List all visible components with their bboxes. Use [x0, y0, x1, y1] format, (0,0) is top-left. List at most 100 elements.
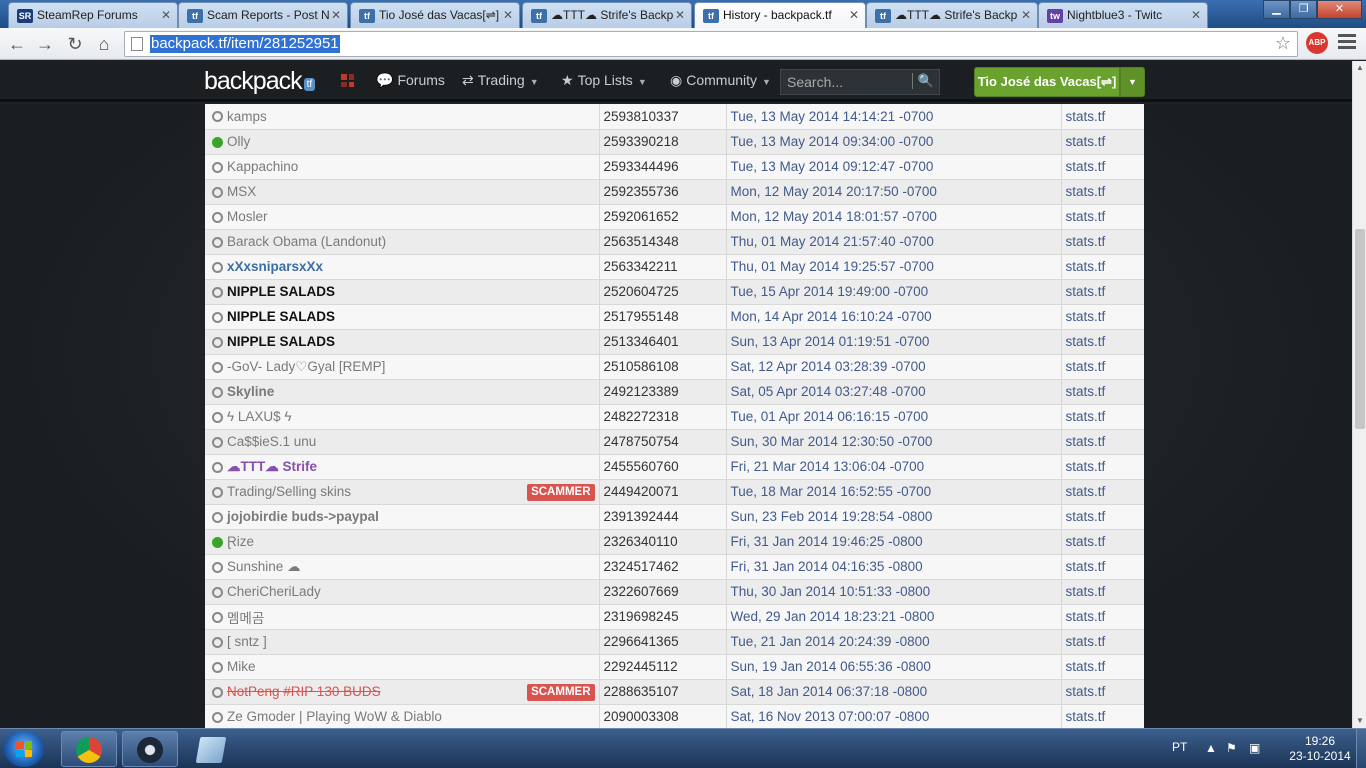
date-link[interactable]: Tue, 01 Apr 2014 06:16:15 -0700 — [726, 404, 1062, 430]
browser-tab[interactable]: tf History - backpack.tf ✕ — [694, 2, 866, 28]
date-link[interactable]: Tue, 13 May 2014 14:14:21 -0700 — [726, 104, 1062, 130]
tab-close-icon[interactable]: ✕ — [161, 8, 171, 22]
date-link[interactable]: Tue, 15 Apr 2014 19:49:00 -0700 — [726, 279, 1062, 305]
close-window-button[interactable]: ✕ — [1317, 0, 1362, 19]
nav-trading[interactable]: ⇄ Trading ▼ — [462, 72, 539, 89]
nav-forums[interactable]: 💬 Forums — [376, 72, 445, 89]
browser-tab[interactable]: tf ☁TTT☁ Strife's Backp ✕ — [522, 2, 692, 28]
stats-link[interactable]: stats.tf — [1061, 604, 1144, 630]
owner-name-link[interactable]: jojobirdie buds->paypal — [227, 509, 379, 524]
search-icon[interactable]: 🔍 — [911, 73, 934, 89]
date-link[interactable]: Thu, 30 Jan 2014 10:51:33 -0800 — [726, 579, 1062, 605]
address-bar[interactable]: backpack.tf/item/281252951 ☆ — [124, 31, 1298, 57]
stats-link[interactable]: stats.tf — [1061, 279, 1144, 305]
owner-name-link[interactable]: Ɽize — [227, 534, 254, 549]
owner-name-link[interactable]: xXxsniparsxXx — [227, 259, 323, 274]
taskbar-steam[interactable] — [122, 731, 178, 767]
stats-link[interactable]: stats.tf — [1061, 354, 1144, 380]
owner-name-link[interactable]: Skyline — [227, 384, 274, 399]
language-indicator[interactable]: PT — [1172, 740, 1187, 754]
stats-link[interactable]: stats.tf — [1061, 654, 1144, 680]
date-link[interactable]: Fri, 31 Jan 2014 19:46:25 -0800 — [726, 529, 1062, 555]
date-link[interactable]: Sun, 23 Feb 2014 19:28:54 -0800 — [726, 504, 1062, 530]
taskbar-window[interactable] — [183, 731, 239, 767]
scroll-down-icon[interactable]: ▼ — [1353, 714, 1366, 728]
owner-name-link[interactable]: ϟ LAXU$ ϟ — [227, 409, 292, 424]
owner-name-link[interactable]: Trading/Selling skins — [227, 484, 351, 499]
stats-link[interactable]: stats.tf — [1061, 379, 1144, 405]
stats-link[interactable]: stats.tf — [1061, 629, 1144, 655]
browser-tab[interactable]: tw Nightblue3 - Twitc ✕ — [1038, 2, 1208, 28]
stats-link[interactable]: stats.tf — [1061, 254, 1144, 280]
browser-tab[interactable]: SR SteamRep Forums ✕ — [8, 2, 178, 28]
owner-name-link[interactable]: ☁TTT☁ Strife — [227, 459, 317, 474]
stats-link[interactable]: stats.tf — [1061, 304, 1144, 330]
tab-close-icon[interactable]: ✕ — [1021, 8, 1031, 22]
stats-link[interactable]: stats.tf — [1061, 679, 1144, 705]
stats-link[interactable]: stats.tf — [1061, 504, 1144, 530]
date-link[interactable]: Fri, 31 Jan 2014 04:16:35 -0800 — [726, 554, 1062, 580]
owner-name-link[interactable]: NIPPLE SALADS — [227, 334, 335, 349]
owner-name-link[interactable]: Mike — [227, 659, 256, 674]
stats-link[interactable]: stats.tf — [1061, 104, 1144, 130]
owner-name-link[interactable]: NIPPLE SALADS — [227, 309, 335, 324]
browser-tab[interactable]: tf Scam Reports - Post N ✕ — [178, 2, 348, 28]
browser-tab[interactable]: tf ☁TTT☁ Strife's Backp ✕ — [866, 2, 1038, 28]
tab-close-icon[interactable]: ✕ — [1191, 8, 1201, 22]
user-dropdown-caret-icon[interactable]: ▼ — [1120, 67, 1145, 97]
date-link[interactable]: Sat, 18 Jan 2014 06:37:18 -0800 — [726, 679, 1062, 705]
stats-link[interactable]: stats.tf — [1061, 579, 1144, 605]
adblock-plus-icon[interactable]: ABP — [1306, 32, 1328, 54]
owner-name-link[interactable]: 멤메곰 — [227, 611, 264, 626]
owner-name-link[interactable]: Barack Obama (Landonut) — [227, 234, 386, 249]
owner-name-link[interactable]: kamps — [227, 109, 267, 124]
reload-icon[interactable]: ↻ — [64, 33, 86, 55]
date-link[interactable]: Sat, 05 Apr 2014 03:27:48 -0700 — [726, 379, 1062, 405]
stats-link[interactable]: stats.tf — [1061, 229, 1144, 255]
date-link[interactable]: Thu, 01 May 2014 21:57:40 -0700 — [726, 229, 1062, 255]
stats-link[interactable]: stats.tf — [1061, 179, 1144, 205]
user-menu-button[interactable]: Tio José das Vacas[⇌] — [974, 67, 1120, 97]
owner-name-link[interactable]: Kappachino — [227, 159, 298, 174]
date-link[interactable]: Tue, 13 May 2014 09:34:00 -0700 — [726, 129, 1062, 155]
stats-link[interactable]: stats.tf — [1061, 204, 1144, 230]
stats-link[interactable]: stats.tf — [1061, 454, 1144, 480]
tab-close-icon[interactable]: ✕ — [503, 8, 513, 22]
date-link[interactable]: Sun, 19 Jan 2014 06:55:36 -0800 — [726, 654, 1062, 680]
nav-top-lists[interactable]: ★ Top Lists ▼ — [561, 72, 647, 89]
stats-link[interactable]: stats.tf — [1061, 479, 1144, 505]
date-link[interactable]: Tue, 13 May 2014 09:12:47 -0700 — [726, 154, 1062, 180]
owner-name-link[interactable]: MSX — [227, 184, 256, 199]
minimize-button[interactable]: ▁ — [1263, 0, 1290, 19]
maximize-button[interactable]: ❐ — [1290, 0, 1317, 19]
owner-name-link[interactable]: Ca$$ieS.1 unu — [227, 434, 316, 449]
owner-name-link[interactable]: [ sntz ] — [227, 634, 267, 649]
stats-link[interactable]: stats.tf — [1061, 554, 1144, 580]
date-link[interactable]: Sat, 16 Nov 2013 07:00:07 -0800 — [726, 704, 1062, 728]
apps-grid-icon[interactable] — [341, 74, 354, 87]
network-icon[interactable]: ▣ — [1249, 741, 1260, 755]
date-link[interactable]: Sat, 12 Apr 2014 03:28:39 -0700 — [726, 354, 1062, 380]
show-hidden-icons-icon[interactable]: ▲ — [1205, 741, 1217, 755]
date-link[interactable]: Mon, 12 May 2014 18:01:57 -0700 — [726, 204, 1062, 230]
address-url[interactable]: backpack.tf/item/281252951 — [150, 35, 340, 53]
date-link[interactable]: Wed, 29 Jan 2014 18:23:21 -0800 — [726, 604, 1062, 630]
page-scrollbar[interactable]: ▲ ▼ — [1352, 61, 1366, 728]
stats-link[interactable]: stats.tf — [1061, 129, 1144, 155]
tab-close-icon[interactable]: ✕ — [331, 8, 341, 22]
chrome-menu-icon[interactable] — [1338, 34, 1356, 50]
owner-name-link[interactable]: Mosler — [227, 209, 268, 224]
date-link[interactable]: Mon, 12 May 2014 20:17:50 -0700 — [726, 179, 1062, 205]
stats-link[interactable]: stats.tf — [1061, 704, 1144, 728]
forward-icon[interactable]: → — [34, 33, 56, 55]
date-link[interactable]: Tue, 18 Mar 2014 16:52:55 -0700 — [726, 479, 1062, 505]
back-icon[interactable]: ← — [6, 33, 28, 55]
owner-name-link[interactable]: Sunshine ☁ — [227, 559, 301, 574]
stats-link[interactable]: stats.tf — [1061, 529, 1144, 555]
date-link[interactable]: Sun, 30 Mar 2014 12:30:50 -0700 — [726, 429, 1062, 455]
owner-name-link[interactable]: NIPPLE SALADS — [227, 284, 335, 299]
date-link[interactable]: Mon, 14 Apr 2014 16:10:24 -0700 — [726, 304, 1062, 330]
owner-name-link[interactable]: Olly — [227, 134, 250, 149]
date-link[interactable]: Sun, 13 Apr 2014 01:19:51 -0700 — [726, 329, 1062, 355]
browser-tab[interactable]: tf Tio José das Vacas[⇌] ✕ — [350, 2, 520, 28]
